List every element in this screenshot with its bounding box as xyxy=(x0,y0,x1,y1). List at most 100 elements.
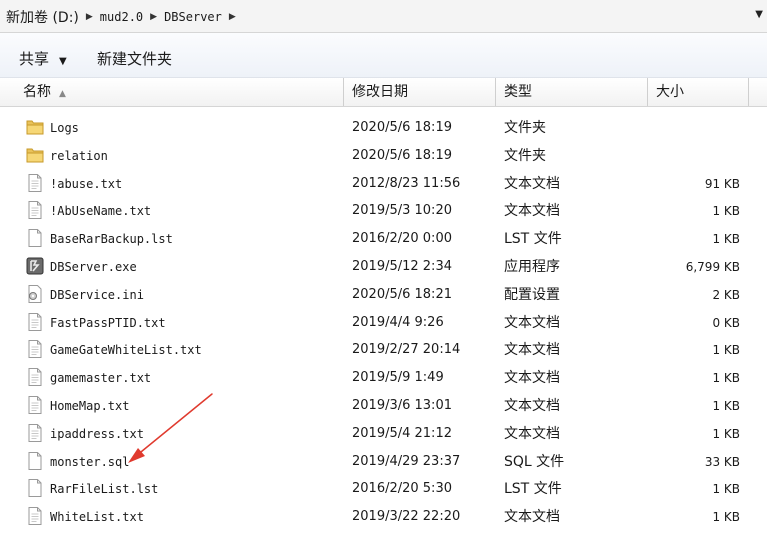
file-date: 2019/2/27 20:14 xyxy=(352,342,461,358)
file-row[interactable]: GameGateWhiteList.txt 2019/2/27 20:14 文本文档… xyxy=(0,336,767,364)
file-date: 2012/8/23 11:56 xyxy=(352,175,461,191)
file-row[interactable]: HomeMap.txt 2019/3/6 13:01 文本文档 1 KB xyxy=(0,392,767,420)
breadcrumb-drive[interactable]: 新加卷 (D:) xyxy=(6,7,79,27)
file-row[interactable]: FastPassPTID.txt 2019/4/4 9:26 文本文档 0 KB xyxy=(0,309,767,337)
file-icon xyxy=(25,478,45,498)
column-header-name[interactable]: 名称 ▲ xyxy=(15,78,344,106)
file-size: 1 KB xyxy=(712,204,740,219)
file-row[interactable]: !abuse.txt 2012/8/23 11:56 文本文档 91 KB xyxy=(0,170,767,198)
text-file-icon xyxy=(25,395,45,415)
address-bar[interactable]: 新加卷 (D:) ▶ mud2.0 ▶ DBServer ▶ ▼ xyxy=(0,0,767,33)
file-date: 2020/5/6 18:19 xyxy=(352,147,452,163)
column-header-name-label: 名称 xyxy=(23,84,51,100)
file-type: 文件夹 xyxy=(504,147,546,164)
file-row[interactable]: relation 2020/5/6 18:19 文件夹 xyxy=(0,142,767,170)
chevron-right-icon[interactable]: ▶ xyxy=(86,12,93,22)
share-label: 共享 xyxy=(19,50,50,68)
file-size: 1 KB xyxy=(712,399,740,413)
column-header-type[interactable]: 类型 xyxy=(496,78,648,106)
file-type: 文本文档 xyxy=(504,425,560,442)
file-name: FastPassPTID.txt xyxy=(50,315,166,330)
file-size: 1 KB xyxy=(712,426,740,441)
column-header-date[interactable]: 修改日期 xyxy=(344,78,496,106)
file-size: 1 KB xyxy=(712,482,740,497)
file-date: 2016/2/20 0:00 xyxy=(352,231,452,247)
file-type: 文件夹 xyxy=(504,120,546,136)
chevron-down-icon: ▼ xyxy=(59,56,67,67)
file-icon xyxy=(25,228,45,248)
file-date: 2016/2/20 5:30 xyxy=(352,481,452,497)
file-row[interactable]: DBServer.exe 2019/5/12 2:34 应用程序 6,799 KB xyxy=(0,253,767,281)
file-size: 91 KB xyxy=(704,176,740,191)
file-name: HomeMap.txt xyxy=(50,399,130,413)
file-row[interactable]: WhiteList.txt 2019/3/22 22:20 文本文档 1 KB xyxy=(0,503,767,531)
file-date: 2020/5/6 18:19 xyxy=(352,120,452,135)
file-name: !AbUseName.txt xyxy=(50,204,152,219)
file-type: LST 文件 xyxy=(504,231,562,248)
sort-ascending-icon: ▲ xyxy=(59,89,66,99)
text-file-icon xyxy=(25,339,45,359)
address-history-dropdown-icon[interactable]: ▼ xyxy=(755,9,763,20)
file-type: 配置设置 xyxy=(504,286,560,303)
file-size: 0 KB xyxy=(712,315,740,330)
file-date: 2019/4/4 9:26 xyxy=(352,314,444,330)
share-button[interactable]: 共享 ▼ xyxy=(19,48,67,69)
text-file-icon xyxy=(25,312,45,332)
folder-icon xyxy=(25,145,45,165)
file-type: 文本文档 xyxy=(504,342,560,359)
file-row[interactable]: !AbUseName.txt 2019/5/3 10:20 文本文档 1 KB xyxy=(0,197,767,225)
file-name: relation xyxy=(50,148,108,163)
chevron-right-icon[interactable]: ▶ xyxy=(150,12,157,22)
file-size: 1 KB xyxy=(712,343,740,358)
column-header-size[interactable]: 大小 xyxy=(648,78,749,106)
file-type: 文本文档 xyxy=(504,370,560,387)
file-name: gamemaster.txt xyxy=(50,371,152,386)
file-name: monster.sql xyxy=(50,454,130,469)
file-size: 33 KB xyxy=(704,454,740,469)
file-date: 2019/4/29 23:37 xyxy=(352,453,461,469)
file-row[interactable]: monster.sql 2019/4/29 23:37 SQL 文件 33 KB xyxy=(0,448,767,476)
application-icon xyxy=(25,256,45,276)
file-name: GameGateWhiteList.txt xyxy=(50,343,202,358)
file-name: DBServer.exe xyxy=(50,260,137,274)
breadcrumb: 新加卷 (D:) ▶ mud2.0 ▶ DBServer ▶ xyxy=(6,7,243,27)
text-file-icon xyxy=(25,173,45,193)
breadcrumb-dbserver[interactable]: DBServer xyxy=(164,10,222,24)
file-type: 文本文档 xyxy=(504,175,560,192)
file-icon xyxy=(25,451,45,471)
file-row[interactable]: gamemaster.txt 2019/5/9 1:49 文本文档 1 KB xyxy=(0,364,767,392)
file-row[interactable]: Logs 2020/5/6 18:19 文件夹 xyxy=(0,114,767,142)
text-file-icon xyxy=(25,506,45,526)
file-row[interactable]: DBService.ini 2020/5/6 18:21 配置设置 2 KB xyxy=(0,281,767,309)
file-name: !abuse.txt xyxy=(50,176,123,191)
folder-icon xyxy=(25,117,45,137)
file-name: Logs xyxy=(50,121,79,135)
file-name: DBService.ini xyxy=(50,287,144,302)
file-size: 1 KB xyxy=(712,510,740,525)
text-file-icon xyxy=(25,200,45,220)
chevron-right-icon[interactable]: ▶ xyxy=(229,12,236,22)
file-size: 6,799 KB xyxy=(685,260,740,274)
text-file-icon xyxy=(25,423,45,443)
file-size: 1 KB xyxy=(712,232,740,247)
file-name: ipaddress.txt xyxy=(50,426,144,441)
column-header-bar: 名称 ▲ 修改日期 类型 大小 xyxy=(0,78,767,107)
file-name: WhiteList.txt xyxy=(50,510,144,525)
file-row[interactable]: ipaddress.txt 2019/5/4 21:12 文本文档 1 KB xyxy=(0,420,767,448)
file-date: 2019/5/9 1:49 xyxy=(352,370,444,386)
command-toolbar: 共享 ▼ 新建文件夹 xyxy=(0,33,767,78)
file-row[interactable]: BaseRarBackup.lst 2016/2/20 0:00 LST 文件 1 K… xyxy=(0,225,767,253)
new-folder-button[interactable]: 新建文件夹 xyxy=(97,48,172,69)
file-type: 文本文档 xyxy=(504,509,560,526)
file-date: 2019/5/3 10:20 xyxy=(352,203,452,219)
breadcrumb-mud[interactable]: mud2.0 xyxy=(100,10,143,24)
file-name: BaseRarBackup.lst xyxy=(50,232,173,247)
file-type: SQL 文件 xyxy=(504,453,565,470)
file-date: 2019/3/22 22:20 xyxy=(352,509,461,525)
file-size: 2 KB xyxy=(712,287,740,302)
file-size: 1 KB xyxy=(712,371,740,386)
file-date: 2019/3/6 13:01 xyxy=(352,398,452,413)
file-row[interactable]: RarFileList.lst 2016/2/20 5:30 LST 文件 1 KB xyxy=(0,475,767,503)
settings-file-icon xyxy=(25,284,45,304)
file-type: 应用程序 xyxy=(504,259,560,275)
